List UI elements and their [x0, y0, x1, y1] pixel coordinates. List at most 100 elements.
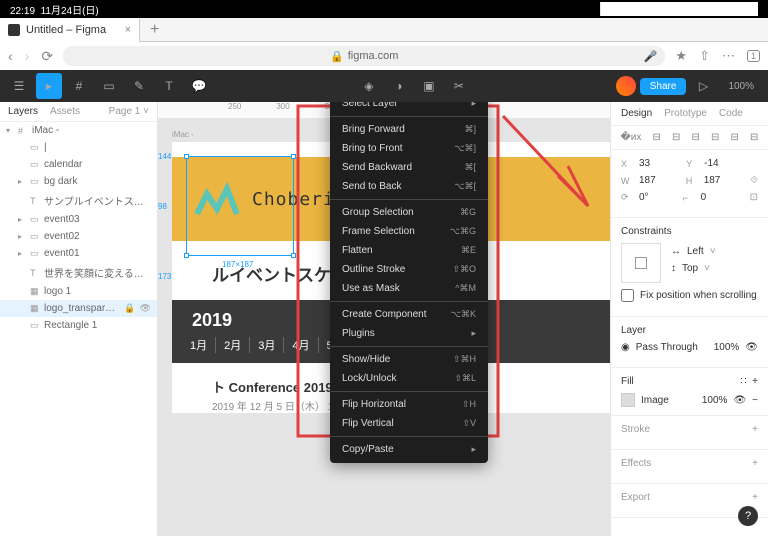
- menu-item[interactable]: Group Selection⌘G: [330, 203, 488, 222]
- rotation-input[interactable]: 0°: [639, 192, 649, 203]
- shape-tool[interactable]: ▭: [96, 73, 122, 99]
- close-icon[interactable]: ×: [125, 24, 131, 36]
- month-label: 4月: [284, 337, 318, 353]
- layer-item[interactable]: ▸▭event02: [0, 228, 157, 245]
- menu-item[interactable]: Use as Mask^⌘M: [330, 279, 488, 298]
- move-tool[interactable]: ▸: [36, 73, 62, 99]
- add-export-button[interactable]: +: [752, 492, 758, 503]
- crop-button[interactable]: ✂: [446, 73, 472, 99]
- text-tool[interactable]: T: [156, 73, 182, 99]
- eye-icon[interactable]: 👁: [733, 395, 746, 406]
- fill-swatch[interactable]: [621, 393, 635, 407]
- layer-item[interactable]: ▾#iMac -: [0, 122, 157, 139]
- lock-icon: 🔒: [330, 50, 344, 63]
- tab-code[interactable]: Code: [719, 108, 743, 119]
- play-button[interactable]: ▷: [690, 73, 716, 99]
- menu-item[interactable]: Create Component⌥⌘K: [330, 305, 488, 324]
- constraint-box[interactable]: [621, 243, 661, 283]
- tab-assets[interactable]: Assets: [50, 106, 80, 117]
- mask-button[interactable]: ◑: [386, 73, 412, 99]
- fill-type[interactable]: Image: [641, 395, 669, 406]
- menu-item[interactable]: Select Layer▸: [330, 102, 488, 113]
- component-button[interactable]: ◈: [356, 73, 382, 99]
- layer-item[interactable]: ▦logo_transparent 1🔒👁: [0, 300, 157, 317]
- tab-layers[interactable]: Layers: [8, 106, 38, 117]
- menu-item[interactable]: Bring to Front⌥⌘]: [330, 139, 488, 158]
- layer-item[interactable]: ▸▭bg dark: [0, 173, 157, 190]
- w-input[interactable]: 187: [639, 175, 656, 186]
- layer-item[interactable]: ▭|: [0, 139, 157, 156]
- fix-position-checkbox[interactable]: [621, 289, 634, 302]
- opacity-input[interactable]: 100%: [714, 342, 740, 353]
- boolean-button[interactable]: ▣: [416, 73, 442, 99]
- layer-item[interactable]: ▸▭event01: [0, 245, 157, 262]
- canvas[interactable]: 250300320350400450 iMac - 144 98 173 Cho…: [158, 102, 610, 536]
- favicon-icon: [8, 24, 20, 36]
- layer-item[interactable]: ▦logo 1: [0, 283, 157, 300]
- avatar[interactable]: [616, 76, 636, 96]
- menu-item[interactable]: Flip Vertical⇧V: [330, 414, 488, 433]
- url-bar: ‹ › ⟳ 🔒 figma.com 🎤 ★ ⇧ ⋯ 1: [0, 42, 768, 70]
- menu-item[interactable]: Flip Horizontal⇧H: [330, 395, 488, 414]
- blend-mode[interactable]: Pass Through: [636, 342, 698, 353]
- context-menu: Select Layer▸ Bring Forward⌘]Bring to Fro…: [330, 102, 488, 463]
- corner-input[interactable]: 0: [701, 192, 707, 203]
- tab-prototype[interactable]: Prototype: [664, 108, 707, 119]
- add-effect-button[interactable]: +: [752, 458, 758, 469]
- x-input[interactable]: 33: [639, 158, 650, 169]
- h-input[interactable]: 187: [704, 175, 721, 186]
- menu-item[interactable]: Frame Selection⌥⌘G: [330, 222, 488, 241]
- constraint-v[interactable]: Top: [682, 263, 698, 274]
- layer-item[interactable]: T世界を笑顔に変えるイ…: [0, 262, 157, 283]
- menu-item[interactable]: Show/Hide⇧⌘H: [330, 350, 488, 369]
- menu-button[interactable]: ☰: [6, 73, 32, 99]
- more-icon[interactable]: ⋯: [722, 48, 735, 64]
- menu-item[interactable]: Copy/Paste▸: [330, 440, 488, 459]
- eye-icon[interactable]: 👁: [745, 342, 758, 353]
- forward-button[interactable]: ›: [25, 48, 30, 65]
- align-tools[interactable]: �их⊟⊟⊟⊟⊟⊟: [611, 126, 768, 150]
- add-stroke-button[interactable]: +: [752, 424, 758, 435]
- menu-item[interactable]: Flatten⌘E: [330, 241, 488, 260]
- share-icon[interactable]: ⇧: [699, 48, 710, 64]
- address-field[interactable]: 🔒 figma.com 🎤: [63, 46, 665, 66]
- add-fill-button[interactable]: +: [752, 376, 758, 387]
- y-input[interactable]: -14: [704, 158, 718, 169]
- layer-item[interactable]: Tサンプルイベントスケジュール: [0, 190, 157, 211]
- menu-item[interactable]: Bring Forward⌘]: [330, 120, 488, 139]
- browser-tab[interactable]: Untitled – Figma ×: [0, 18, 140, 42]
- reload-button[interactable]: ⟳: [41, 48, 53, 65]
- comment-tool[interactable]: 💬: [186, 73, 212, 99]
- menu-item[interactable]: Send Backward⌘[: [330, 158, 488, 177]
- month-label: 2月: [216, 337, 250, 353]
- layer-item[interactable]: ▭calendar: [0, 156, 157, 173]
- page-select[interactable]: Page 1 ˅: [109, 106, 149, 117]
- back-button[interactable]: ‹: [8, 48, 13, 65]
- style-icon[interactable]: ∷: [740, 376, 746, 387]
- constraint-h[interactable]: Left: [687, 246, 704, 257]
- frame-tool[interactable]: #: [66, 73, 92, 99]
- help-button[interactable]: ?: [738, 506, 758, 526]
- pen-tool[interactable]: ✎: [126, 73, 152, 99]
- remove-fill-button[interactable]: −: [752, 395, 758, 406]
- browser-tabs: Untitled – Figma × +: [0, 18, 768, 42]
- layer-item[interactable]: ▭Rectangle 1: [0, 317, 157, 334]
- share-button[interactable]: Share: [640, 78, 687, 95]
- star-icon[interactable]: ★: [675, 48, 687, 64]
- new-tab-button[interactable]: +: [140, 21, 169, 39]
- link-icon[interactable]: ⟐: [750, 175, 758, 186]
- figma-toolbar: ☰ ▸ # ▭ ✎ T 💬 ◈ ◑ ▣ ✂ Share ▷ 100%: [0, 70, 768, 102]
- expand-icon[interactable]: ⊡: [750, 192, 758, 203]
- menu-item[interactable]: Plugins▸: [330, 324, 488, 343]
- zoom-select[interactable]: 100%: [720, 81, 762, 92]
- mic-icon[interactable]: 🎤: [644, 50, 658, 63]
- layer-item[interactable]: ▸▭event03: [0, 211, 157, 228]
- frame-label[interactable]: iMac -: [172, 130, 194, 139]
- menu-item[interactable]: Send to Back⌥⌘[: [330, 177, 488, 196]
- tab-design[interactable]: Design: [621, 108, 652, 119]
- menu-item[interactable]: Lock/Unlock⇧⌘L: [330, 369, 488, 388]
- tab-count[interactable]: 1: [747, 50, 760, 62]
- inspect-panel: Design Prototype Code �их⊟⊟⊟⊟⊟⊟ X33 Y-14…: [610, 102, 768, 536]
- menu-item[interactable]: Outline Stroke⇧⌘O: [330, 260, 488, 279]
- selection-box[interactable]: [186, 156, 294, 256]
